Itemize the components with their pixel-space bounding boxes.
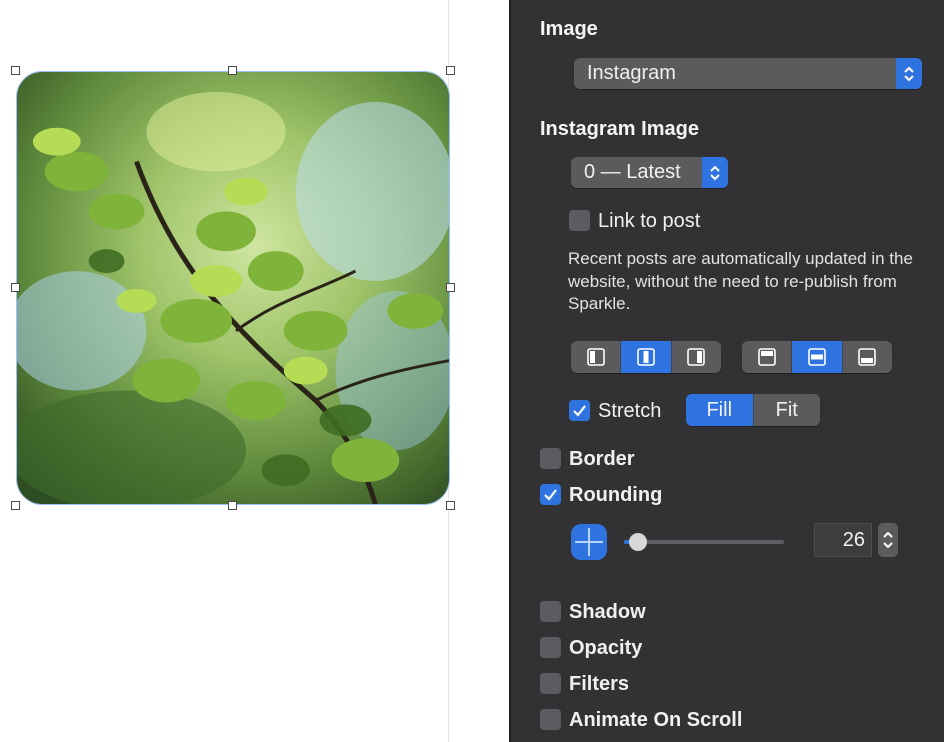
- animate-on-scroll-checkbox[interactable]: [540, 709, 561, 730]
- horizontal-alignment-control[interactable]: [571, 341, 721, 373]
- resize-handle-bottom[interactable]: [228, 501, 237, 510]
- resize-handle-top-left[interactable]: [11, 66, 20, 75]
- page-canvas[interactable]: [0, 0, 511, 742]
- instagram-image-preview[interactable]: [16, 71, 450, 505]
- align-top-button[interactable]: [742, 341, 791, 373]
- checkmark-icon: [544, 489, 557, 501]
- link-to-post-label: Link to post: [598, 210, 701, 232]
- align-center-button[interactable]: [620, 341, 671, 373]
- resize-handle-left[interactable]: [11, 283, 20, 292]
- fill-button[interactable]: Fill: [686, 394, 753, 426]
- align-middle-icon: [808, 348, 826, 366]
- border-checkbox[interactable]: [540, 448, 561, 469]
- resize-handle-top[interactable]: [228, 66, 237, 75]
- rounding-slider-knob[interactable]: [629, 533, 647, 551]
- vertical-alignment-control[interactable]: [742, 341, 892, 373]
- image-source-value: Instagram: [587, 62, 676, 84]
- align-left-button[interactable]: [571, 341, 620, 373]
- instagram-section-heading: Instagram Image: [540, 118, 699, 140]
- checkmark-icon: [573, 405, 586, 417]
- updown-chevron-icon: [896, 58, 922, 89]
- post-select-value: 0 — Latest: [584, 161, 681, 183]
- fill-fit-control[interactable]: Fill Fit: [686, 394, 820, 426]
- border-label: Border: [569, 448, 635, 470]
- align-bottom-button[interactable]: [841, 341, 892, 373]
- align-top-icon: [757, 348, 776, 366]
- fit-button[interactable]: Fit: [752, 394, 821, 426]
- rounding-value-field[interactable]: 26: [814, 523, 872, 557]
- corner-radius-icon[interactable]: [571, 524, 607, 560]
- align-right-button[interactable]: [670, 341, 721, 373]
- stretch-label: Stretch: [598, 400, 662, 422]
- align-bottom-icon: [858, 348, 877, 366]
- image-source-select[interactable]: Instagram: [574, 58, 922, 89]
- filters-checkbox[interactable]: [540, 673, 561, 694]
- align-center-icon: [637, 348, 655, 366]
- rounding-slider-track[interactable]: [624, 540, 784, 544]
- recent-posts-description: Recent posts are automatically updated i…: [568, 249, 913, 313]
- resize-handle-right[interactable]: [446, 283, 455, 292]
- resize-handle-bottom-right[interactable]: [446, 501, 455, 510]
- rounding-checkbox[interactable]: [540, 484, 561, 505]
- stretch-checkbox[interactable]: [569, 400, 590, 421]
- shadow-label: Shadow: [569, 601, 646, 623]
- updown-chevron-icon: [883, 531, 893, 549]
- post-select[interactable]: 0 — Latest: [571, 157, 728, 188]
- animate-on-scroll-label: Animate On Scroll: [569, 709, 743, 731]
- rounding-label: Rounding: [569, 484, 663, 506]
- opacity-checkbox[interactable]: [540, 637, 561, 658]
- align-left-icon: [586, 348, 605, 366]
- filters-label: Filters: [569, 673, 630, 695]
- image-section-heading: Image: [540, 18, 598, 40]
- resize-handle-bottom-left[interactable]: [11, 501, 20, 510]
- rounding-stepper[interactable]: [878, 523, 898, 557]
- align-right-icon: [687, 348, 706, 366]
- opacity-label: Opacity: [569, 637, 643, 659]
- resize-handle-top-right[interactable]: [446, 66, 455, 75]
- updown-chevron-icon: [702, 157, 728, 188]
- link-to-post-checkbox[interactable]: [569, 210, 590, 231]
- align-middle-button[interactable]: [791, 341, 842, 373]
- shadow-checkbox[interactable]: [540, 601, 561, 622]
